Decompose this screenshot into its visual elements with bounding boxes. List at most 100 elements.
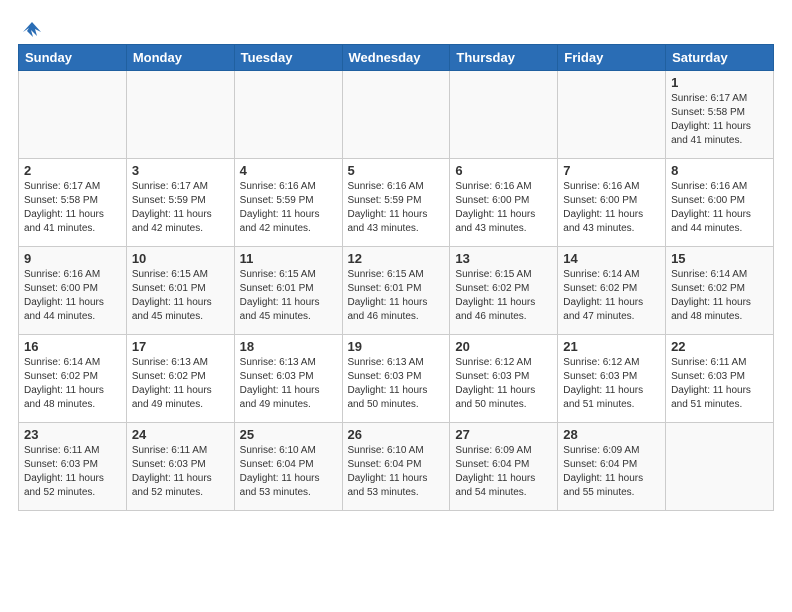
day-number: 7 [563, 163, 660, 178]
day-number: 3 [132, 163, 229, 178]
weekday-header-wednesday: Wednesday [342, 45, 450, 71]
calendar-cell: 3 Sunrise: 6:17 AM Sunset: 5:59 PM Daylig… [126, 159, 234, 247]
day-info: Sunrise: 6:10 AM Sunset: 6:04 PM Dayligh… [348, 444, 445, 500]
page: SundayMondayTuesdayWednesdayThursdayFrid… [0, 0, 792, 521]
day-number: 27 [455, 427, 552, 442]
day-info: Sunrise: 6:14 AM Sunset: 6:02 PM Dayligh… [671, 268, 768, 324]
logo-bird-icon [21, 18, 43, 40]
day-number: 18 [240, 339, 337, 354]
day-number: 19 [348, 339, 445, 354]
day-number: 15 [671, 251, 768, 266]
calendar-cell: 20 Sunrise: 6:12 AM Sunset: 6:03 PM Dayli… [450, 335, 558, 423]
day-number: 23 [24, 427, 121, 442]
day-number: 2 [24, 163, 121, 178]
calendar-cell: 11 Sunrise: 6:15 AM Sunset: 6:01 PM Dayli… [234, 247, 342, 335]
day-info: Sunrise: 6:10 AM Sunset: 6:04 PM Dayligh… [240, 444, 337, 500]
day-info: Sunrise: 6:11 AM Sunset: 6:03 PM Dayligh… [24, 444, 121, 500]
day-number: 21 [563, 339, 660, 354]
calendar-cell: 13 Sunrise: 6:15 AM Sunset: 6:02 PM Dayli… [450, 247, 558, 335]
calendar-cell: 15 Sunrise: 6:14 AM Sunset: 6:02 PM Dayli… [666, 247, 774, 335]
weekday-header-tuesday: Tuesday [234, 45, 342, 71]
calendar-cell [126, 71, 234, 159]
calendar-cell: 5 Sunrise: 6:16 AM Sunset: 5:59 PM Daylig… [342, 159, 450, 247]
day-number: 26 [348, 427, 445, 442]
calendar-cell: 21 Sunrise: 6:12 AM Sunset: 6:03 PM Dayli… [558, 335, 666, 423]
calendar-cell: 28 Sunrise: 6:09 AM Sunset: 6:04 PM Dayli… [558, 423, 666, 511]
week-row-1: 1 Sunrise: 6:17 AM Sunset: 5:58 PM Daylig… [19, 71, 774, 159]
weekday-header-row: SundayMondayTuesdayWednesdayThursdayFrid… [19, 45, 774, 71]
day-info: Sunrise: 6:16 AM Sunset: 6:00 PM Dayligh… [563, 180, 660, 236]
day-number: 5 [348, 163, 445, 178]
calendar-cell: 8Sunrise: 6:16 AM Sunset: 6:00 PM Daylig… [666, 159, 774, 247]
day-info: Sunrise: 6:14 AM Sunset: 6:02 PM Dayligh… [24, 356, 121, 412]
day-number: 4 [240, 163, 337, 178]
day-info: Sunrise: 6:11 AM Sunset: 6:03 PM Dayligh… [671, 356, 768, 412]
week-row-2: 2 Sunrise: 6:17 AM Sunset: 5:58 PM Daylig… [19, 159, 774, 247]
day-number: 28 [563, 427, 660, 442]
calendar-cell [558, 71, 666, 159]
weekday-header-saturday: Saturday [666, 45, 774, 71]
day-info: Sunrise: 6:17 AM Sunset: 5:59 PM Dayligh… [132, 180, 229, 236]
day-info: Sunrise: 6:16 AM Sunset: 5:59 PM Dayligh… [240, 180, 337, 236]
day-number: 1 [671, 75, 768, 90]
day-info: Sunrise: 6:15 AM Sunset: 6:01 PM Dayligh… [240, 268, 337, 324]
calendar-cell: 2 Sunrise: 6:17 AM Sunset: 5:58 PM Daylig… [19, 159, 127, 247]
logo [18, 18, 43, 36]
calendar-cell: 12Sunrise: 6:15 AM Sunset: 6:01 PM Dayli… [342, 247, 450, 335]
calendar-cell: 7 Sunrise: 6:16 AM Sunset: 6:00 PM Daylig… [558, 159, 666, 247]
day-info: Sunrise: 6:16 AM Sunset: 5:59 PM Dayligh… [348, 180, 445, 236]
week-row-5: 23 Sunrise: 6:11 AM Sunset: 6:03 PM Dayli… [19, 423, 774, 511]
weekday-header-thursday: Thursday [450, 45, 558, 71]
calendar-cell: 17Sunrise: 6:13 AM Sunset: 6:02 PM Dayli… [126, 335, 234, 423]
day-info: Sunrise: 6:12 AM Sunset: 6:03 PM Dayligh… [455, 356, 552, 412]
day-info: Sunrise: 6:14 AM Sunset: 6:02 PM Dayligh… [563, 268, 660, 324]
day-number: 22 [671, 339, 768, 354]
calendar-cell: 1 Sunrise: 6:17 AM Sunset: 5:58 PM Daylig… [666, 71, 774, 159]
calendar-cell [19, 71, 127, 159]
calendar-table: SundayMondayTuesdayWednesdayThursdayFrid… [18, 44, 774, 511]
calendar-cell: 4 Sunrise: 6:16 AM Sunset: 5:59 PM Daylig… [234, 159, 342, 247]
day-info: Sunrise: 6:09 AM Sunset: 6:04 PM Dayligh… [563, 444, 660, 500]
weekday-header-monday: Monday [126, 45, 234, 71]
day-info: Sunrise: 6:13 AM Sunset: 6:02 PM Dayligh… [132, 356, 229, 412]
day-info: Sunrise: 6:12 AM Sunset: 6:03 PM Dayligh… [563, 356, 660, 412]
weekday-header-sunday: Sunday [19, 45, 127, 71]
day-info: Sunrise: 6:09 AM Sunset: 6:04 PM Dayligh… [455, 444, 552, 500]
day-number: 16 [24, 339, 121, 354]
day-info: Sunrise: 6:16 AM Sunset: 6:00 PM Dayligh… [24, 268, 121, 324]
calendar-cell [342, 71, 450, 159]
calendar-cell: 26 Sunrise: 6:10 AM Sunset: 6:04 PM Dayli… [342, 423, 450, 511]
day-number: 20 [455, 339, 552, 354]
calendar-cell: 19 Sunrise: 6:13 AM Sunset: 6:03 PM Dayli… [342, 335, 450, 423]
calendar-cell: 23 Sunrise: 6:11 AM Sunset: 6:03 PM Dayli… [19, 423, 127, 511]
day-number: 10 [132, 251, 229, 266]
day-info: Sunrise: 6:17 AM Sunset: 5:58 PM Dayligh… [24, 180, 121, 236]
day-info: Sunrise: 6:16 AM Sunset: 6:00 PM Dayligh… [671, 180, 768, 236]
day-info: Sunrise: 6:13 AM Sunset: 6:03 PM Dayligh… [348, 356, 445, 412]
calendar-cell [666, 423, 774, 511]
day-number: 9 [24, 251, 121, 266]
day-info: Sunrise: 6:17 AM Sunset: 5:58 PM Dayligh… [671, 92, 768, 148]
calendar-cell: 16 Sunrise: 6:14 AM Sunset: 6:02 PM Dayli… [19, 335, 127, 423]
calendar-cell: 6 Sunrise: 6:16 AM Sunset: 6:00 PM Daylig… [450, 159, 558, 247]
day-number: 13 [455, 251, 552, 266]
day-info: Sunrise: 6:16 AM Sunset: 6:00 PM Dayligh… [455, 180, 552, 236]
calendar-cell: 25Sunrise: 6:10 AM Sunset: 6:04 PM Dayli… [234, 423, 342, 511]
calendar-cell: 14 Sunrise: 6:14 AM Sunset: 6:02 PM Dayli… [558, 247, 666, 335]
day-info: Sunrise: 6:15 AM Sunset: 6:02 PM Dayligh… [455, 268, 552, 324]
day-number: 24 [132, 427, 229, 442]
day-number: 14 [563, 251, 660, 266]
day-number: 11 [240, 251, 337, 266]
calendar-cell: 24 Sunrise: 6:11 AM Sunset: 6:03 PM Dayli… [126, 423, 234, 511]
day-number: 6 [455, 163, 552, 178]
day-info: Sunrise: 6:15 AM Sunset: 6:01 PM Dayligh… [132, 268, 229, 324]
week-row-4: 16 Sunrise: 6:14 AM Sunset: 6:02 PM Dayli… [19, 335, 774, 423]
calendar-cell: 22 Sunrise: 6:11 AM Sunset: 6:03 PM Dayli… [666, 335, 774, 423]
calendar-cell [450, 71, 558, 159]
calendar-cell: 9 Sunrise: 6:16 AM Sunset: 6:00 PM Daylig… [19, 247, 127, 335]
week-row-3: 9 Sunrise: 6:16 AM Sunset: 6:00 PM Daylig… [19, 247, 774, 335]
calendar-cell: 18Sunrise: 6:13 AM Sunset: 6:03 PM Dayli… [234, 335, 342, 423]
day-number: 12 [348, 251, 445, 266]
day-info: Sunrise: 6:11 AM Sunset: 6:03 PM Dayligh… [132, 444, 229, 500]
calendar-cell: 10 Sunrise: 6:15 AM Sunset: 6:01 PM Dayli… [126, 247, 234, 335]
